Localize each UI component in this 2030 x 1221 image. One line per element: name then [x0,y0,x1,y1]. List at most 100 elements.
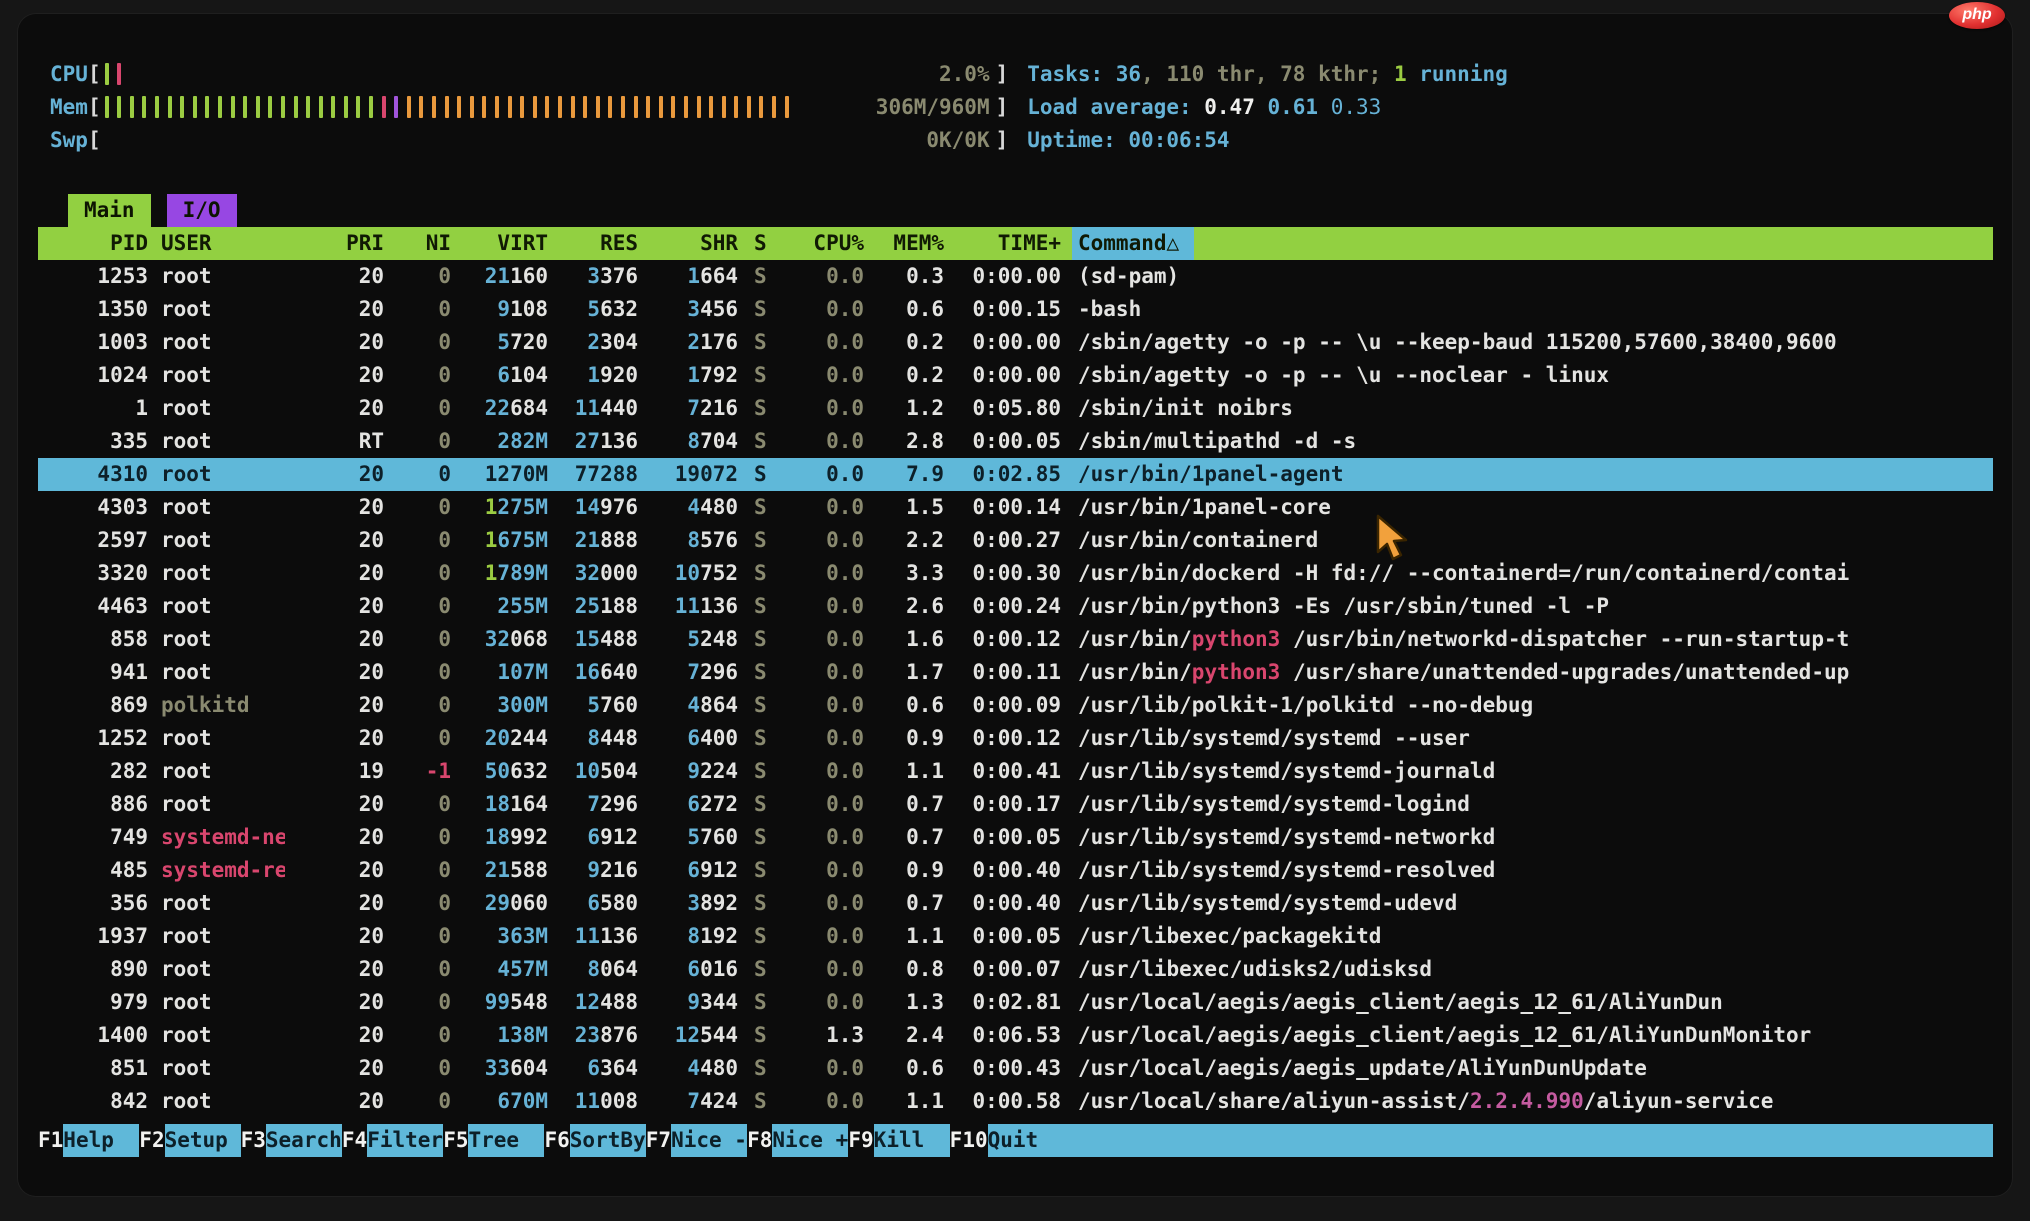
process-row-pid-3320[interactable]: 3320root2001789M3200010752S0.03.30:00.30… [38,557,1993,590]
column-header-cpu[interactable]: CPU% [772,227,864,260]
fkey-F8[interactable]: F8 [747,1124,772,1157]
column-header-virt[interactable]: VIRT [451,227,548,260]
cell-cpu: 0.0 [772,557,864,590]
process-row-pid-1[interactable]: 1root20022684114407216S0.01.20:05.80/sbi… [38,392,1993,425]
cell-time: 0:00.00 [944,326,1061,359]
cell-pid: 1003 [38,326,148,359]
process-row-pid-1937[interactable]: 1937root200363M111368192S0.01.10:00.05/u… [38,920,1993,953]
cell-res: 2304 [548,326,638,359]
cell-user: root [148,293,285,326]
process-row-pid-1400[interactable]: 1400root200138M2387612544S1.32.40:06.53/… [38,1019,1993,1052]
fkey-F4-label-filter[interactable]: Filter [367,1124,443,1157]
fkey-F4[interactable]: F4 [342,1124,367,1157]
process-row-pid-335[interactable]: 335rootRT0282M271368704S0.02.80:00.05/sb… [38,425,1993,458]
cell-text: RT [359,429,384,453]
fkey-F2[interactable]: F2 [139,1124,164,1157]
fkey-F1-label-help[interactable]: Help [63,1124,139,1157]
cell-text: 851 [110,1056,148,1080]
fkey-F8-label-nice[interactable]: Nice + [772,1124,848,1157]
fkey-F5[interactable]: F5 [443,1124,468,1157]
cell-text: root [161,891,212,915]
value-part: 19 [675,462,700,486]
cell-ni: 0 [384,524,451,557]
cell-pid: 356 [38,887,148,920]
mem-meter-label: Mem [50,91,88,124]
process-row-pid-886[interactable]: 886root2001816472966272S0.00.70:00.17/us… [38,788,1993,821]
process-row-pid-356[interactable]: 356root2002906065803892S0.00.70:00.40/us… [38,887,1993,920]
cell-virt: 18992 [451,821,548,854]
column-header-mem[interactable]: MEM% [864,227,944,260]
cell-text: root [161,1056,212,1080]
column-header-user[interactable]: USER [148,227,285,260]
cell-res: 23876 [548,1019,638,1052]
process-row-pid-1003[interactable]: 1003root200572023042176S0.00.20:00.00/sb… [38,326,1993,359]
cell-shr: 9224 [638,755,738,788]
process-row-pid-1024[interactable]: 1024root200610419201792S0.00.20:00.00/sb… [38,359,1993,392]
process-row-pid-941[interactable]: 941root200107M166407296S0.01.70:00.11/us… [38,656,1993,689]
value-part: 6 [687,957,700,981]
cell-pri: 20 [285,1085,384,1118]
fkey-F3[interactable]: F3 [241,1124,266,1157]
cell-state: S [738,293,772,326]
fkey-F7[interactable]: F7 [646,1124,671,1157]
process-row-pid-2597[interactable]: 2597root2001675M218888576S0.02.20:00.27/… [38,524,1993,557]
process-row-pid-890[interactable]: 890root200457M80646016S0.00.80:00.07/usr… [38,953,1993,986]
process-row-pid-1252[interactable]: 1252root2002024484486400S0.00.90:00.12/u… [38,722,1993,755]
fkey-F5-label-tree[interactable]: Tree [468,1124,544,1157]
mem-meter-orange-bar [558,96,562,118]
fkey-F1[interactable]: F1 [38,1124,63,1157]
process-row-pid-282[interactable]: 282root19-150632105049224S0.01.10:00.41/… [38,755,1993,788]
column-header-s[interactable]: S [738,227,772,260]
process-row-pid-851[interactable]: 851root2003360463644480S0.00.60:00.43/us… [38,1052,1993,1085]
column-header-time[interactable]: TIME+ [944,227,1061,260]
fkey-F10[interactable]: F10 [950,1124,988,1157]
process-row-pid-858[interactable]: 858root20032068154885248S0.01.60:00.12/u… [38,623,1993,656]
fkey-F7-label-nice[interactable]: Nice - [671,1124,747,1157]
cell-text: S [754,660,767,684]
cell-virt: 255M [451,590,548,623]
cell-text: 0:00.14 [972,495,1061,519]
process-row-pid-1350[interactable]: 1350root200910856323456S0.00.60:00.15-ba… [38,293,1993,326]
process-row-pid-4463[interactable]: 4463root200255M2518811136S0.02.60:00.24/… [38,590,1993,623]
process-row-pid-869[interactable]: 869polkitd200300M57604864S0.00.60:00.09/… [38,689,1993,722]
value-part: 488 [600,627,638,651]
cell-command: /usr/lib/systemd/systemd-journald [1061,755,1993,788]
cell-text: 1400 [97,1023,148,1047]
cell-pid: 941 [38,656,148,689]
process-row-pid-979[interactable]: 979root20099548124889344S0.01.30:02.81/u… [38,986,1993,1019]
fkey-F3-label-search[interactable]: Search [266,1124,342,1157]
column-header-pid[interactable]: PID [38,227,148,260]
fkey-F9-label-kill[interactable]: Kill [874,1124,950,1157]
cell-text: 0:00.24 [972,594,1061,618]
value-part: 21 [485,858,510,882]
process-row-pid-842[interactable]: 842root200670M110087424S0.01.10:00.58/us… [38,1085,1993,1118]
fkey-F9[interactable]: F9 [848,1124,873,1157]
cell-text: 20 [359,990,384,1014]
tab-main[interactable]: Main [68,194,151,227]
process-row-pid-485[interactable]: 485systemd-re2002158892166912S0.00.90:00… [38,854,1993,887]
cell-time: 0:05.80 [944,392,1061,425]
fkey-F6-label-sortby[interactable]: SortBy [570,1124,646,1157]
value-part: 992 [510,825,548,849]
column-header-ni[interactable]: NI [384,227,451,260]
value-part: 3 [587,264,600,288]
process-row-pid-1253[interactable]: 1253root2002116033761664S0.00.30:00.00(s… [38,260,1993,293]
column-header-res[interactable]: RES [548,227,638,260]
fkey-F6[interactable]: F6 [544,1124,569,1157]
process-row-pid-749[interactable]: 749systemd-ne2001899269125760S0.00.70:00… [38,821,1993,854]
value-part: 6 [587,1056,600,1080]
cell-text: S [754,429,767,453]
cell-text: 1.5 [906,495,944,519]
value-part: 720 [510,330,548,354]
fkey-F2-label-setup[interactable]: Setup [165,1124,241,1157]
cell-mem: 2.4 [864,1019,944,1052]
process-row-pid-4310[interactable]: 4310root2001270M7728819072S0.07.90:02.85… [38,458,1993,491]
cell-text: 0:00.43 [972,1056,1061,1080]
process-row-pid-4303[interactable]: 4303root2001275M149764480S0.01.50:00.14/… [38,491,1993,524]
cell-text: 20 [359,396,384,420]
fkey-F10-label-quit[interactable]: Quit [988,1124,1993,1157]
column-header-command[interactable]: Command△ [1061,227,1993,260]
column-header-pri[interactable]: PRI [285,227,384,260]
column-header-shr[interactable]: SHR [638,227,738,260]
tab-io[interactable]: I/O [167,194,237,227]
